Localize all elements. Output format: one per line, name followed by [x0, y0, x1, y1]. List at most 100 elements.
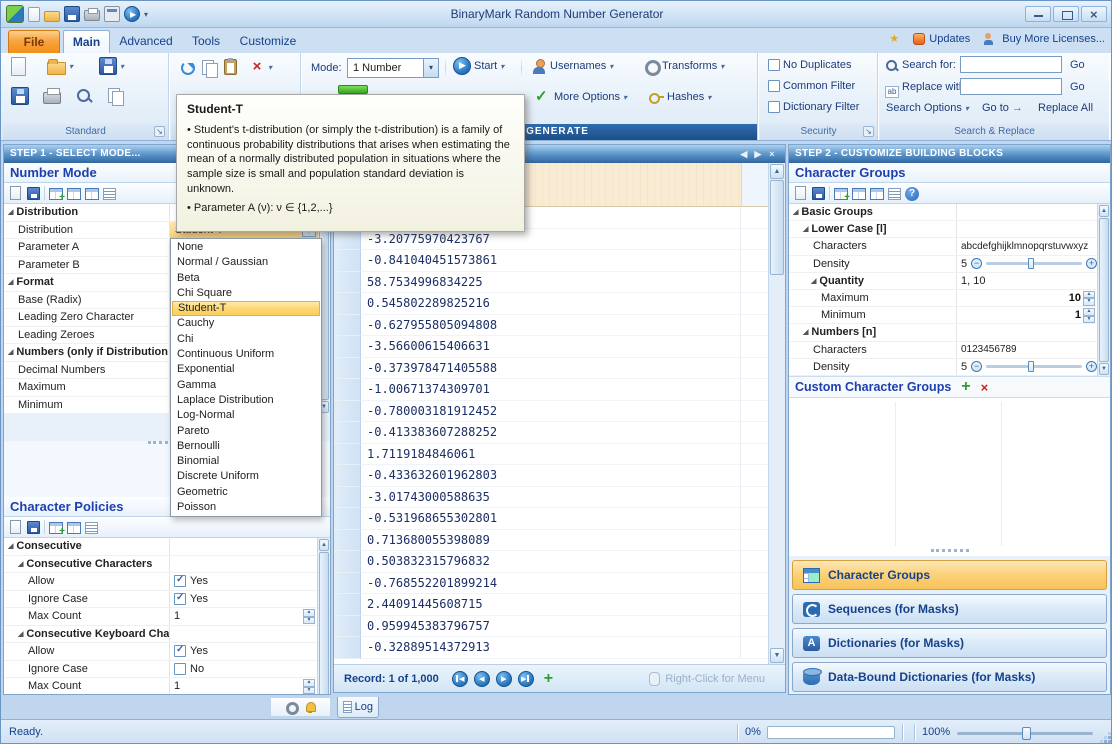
common-filter-checkbox[interactable]: Common Filter	[768, 80, 855, 92]
first-record-button[interactable]: ◀	[452, 671, 468, 687]
hashes-button[interactable]: Hashes	[648, 89, 711, 105]
delete-custom-group-button[interactable]: ×	[981, 380, 989, 395]
dropdown-item[interactable]: Continuous Uniform	[172, 347, 320, 362]
result-row[interactable]: 1.7119184846061	[334, 444, 785, 466]
export-button[interactable]	[11, 87, 29, 110]
property-row[interactable]: Characters abcdefghijklmnopqrstuvwxyz	[789, 238, 1097, 255]
save-icon[interactable]	[812, 187, 825, 200]
qat-menu-chevron-icon[interactable]: ▾	[144, 10, 148, 19]
transforms-button[interactable]: Transforms	[643, 58, 724, 74]
dropdown-item[interactable]: None	[172, 240, 320, 255]
print-icon[interactable]	[84, 10, 100, 21]
tab-main[interactable]: Main	[63, 30, 110, 53]
result-row[interactable]: -0.627955805094808	[334, 315, 785, 337]
scrollbar[interactable]	[768, 163, 785, 664]
dropdown-item[interactable]: Poisson	[172, 500, 320, 515]
add-record-button[interactable]: +	[544, 670, 553, 688]
slider-thumb[interactable]	[1028, 361, 1034, 372]
table-icon[interactable]	[852, 188, 866, 200]
row-selector[interactable]	[334, 379, 361, 401]
maximize-button[interactable]	[1053, 6, 1079, 22]
result-row[interactable]: 0.959945383796757	[334, 616, 785, 638]
scrollbar-thumb[interactable]	[319, 552, 329, 695]
nav-dictionaries-button[interactable]: Dictionaries (for Masks)	[792, 628, 1107, 658]
density-slider[interactable]	[986, 262, 1082, 265]
property-row[interactable]: Basic Groups	[789, 204, 1097, 221]
tab-tools[interactable]: Tools	[182, 30, 230, 53]
property-row[interactable]: Allow Yes	[4, 573, 317, 591]
result-row[interactable]: 58.7534996834225	[334, 272, 785, 294]
result-row[interactable]: -3.56600615406631	[334, 336, 785, 358]
start-icon[interactable]	[124, 6, 140, 22]
row-selector[interactable]	[334, 401, 361, 423]
nav-character-groups-button[interactable]: Character Groups	[792, 560, 1107, 590]
property-row[interactable]: Lower Case [l]	[789, 221, 1097, 238]
new-icon[interactable]	[28, 7, 40, 22]
dropdown-item[interactable]: Laplace Distribution	[172, 393, 320, 408]
collapse-icon[interactable]	[18, 630, 23, 638]
dropdown-item[interactable]: Normal / Gaussian	[172, 255, 320, 270]
new-icon[interactable]	[795, 186, 806, 200]
calculator-icon[interactable]	[104, 6, 120, 22]
notifications-bell-icon[interactable]	[304, 701, 316, 713]
search-for-input[interactable]	[960, 56, 1062, 73]
zoom-slider-thumb[interactable]	[1022, 727, 1031, 740]
result-row[interactable]: 2.44091445608715	[334, 594, 785, 616]
result-row[interactable]: 0.503832315796832	[334, 551, 785, 573]
density-slider[interactable]	[986, 365, 1082, 368]
allow-checkbox[interactable]: Yes	[170, 573, 317, 590]
max-count-stepper[interactable]: 1 ▲▼	[170, 608, 317, 625]
row-selector[interactable]	[334, 293, 361, 315]
row-selector[interactable]	[334, 358, 361, 380]
row-selector[interactable]	[334, 444, 361, 466]
row-selector[interactable]	[334, 422, 361, 444]
print-preview-button[interactable]	[75, 87, 95, 112]
last-record-button[interactable]: ▶	[518, 671, 534, 687]
row-selector[interactable]	[334, 616, 361, 638]
row-selector[interactable]	[334, 465, 361, 487]
row-selector[interactable]	[334, 594, 361, 616]
dropdown-item[interactable]: Pareto	[172, 424, 320, 439]
panel-prev-icon[interactable]: ◀	[737, 145, 751, 163]
spinner-icon[interactable]: ▲▼	[1083, 291, 1095, 306]
row-selector[interactable]	[334, 336, 361, 358]
allow-checkbox[interactable]: Yes	[170, 643, 317, 660]
row-selector[interactable]	[334, 508, 361, 530]
collapse-icon[interactable]	[803, 225, 808, 233]
property-row[interactable]: Density 5 − +	[789, 359, 1097, 376]
copy-button[interactable]	[107, 87, 125, 110]
open-icon[interactable]	[44, 11, 60, 22]
open-button[interactable]	[47, 57, 73, 75]
settings-gear-icon[interactable]	[285, 701, 298, 714]
save-icon[interactable]	[64, 6, 80, 22]
scrollbar[interactable]	[1097, 204, 1110, 376]
property-row[interactable]: Consecutive	[4, 538, 317, 556]
property-row[interactable]: Ignore Case No	[4, 661, 317, 679]
more-options-button[interactable]: More Options	[535, 89, 627, 105]
collapse-icon[interactable]	[8, 542, 13, 550]
result-row[interactable]: 0.713680055398089	[334, 530, 785, 552]
dropdown-item[interactable]: Chi Square	[172, 286, 320, 301]
row-selector[interactable]	[334, 315, 361, 337]
dropdown-item[interactable]: Log-Normal	[172, 408, 320, 423]
row-selector[interactable]	[334, 487, 361, 509]
updates-link[interactable]: Updates	[913, 33, 970, 45]
scroll-up-icon[interactable]	[1099, 205, 1109, 217]
search-go-button[interactable]: Go	[1070, 59, 1085, 71]
collapse-icon[interactable]	[793, 208, 798, 216]
panel-close-icon[interactable]: ×	[765, 145, 779, 163]
dropdown-item[interactable]: Binomial	[172, 454, 320, 469]
collapse-icon[interactable]	[811, 277, 816, 285]
property-row[interactable]: Consecutive Characters	[4, 556, 317, 574]
property-row[interactable]: Consecutive Keyboard Cha	[4, 626, 317, 644]
delete-button[interactable]: ×	[249, 59, 272, 75]
dropdown-item[interactable]: Gamma	[172, 378, 320, 393]
property-row[interactable]: Density 5 − +	[789, 256, 1097, 273]
spinner-icon[interactable]: ▲▼	[303, 609, 315, 624]
list-icon[interactable]	[85, 522, 98, 534]
new-icon[interactable]	[10, 520, 21, 534]
zoom-slider[interactable]	[957, 732, 1093, 735]
result-row[interactable]: 0.545802289825216	[334, 293, 785, 315]
log-tab[interactable]: Log	[337, 697, 379, 718]
usernames-button[interactable]: Usernames	[531, 58, 613, 74]
